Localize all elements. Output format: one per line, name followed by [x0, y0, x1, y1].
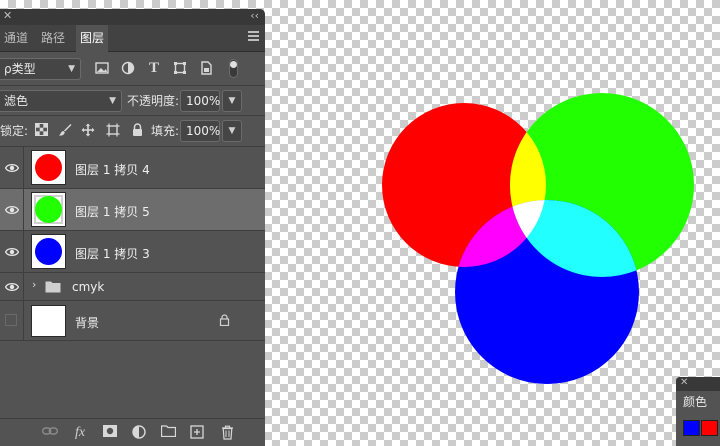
shape-icon[interactable]: [172, 61, 188, 77]
circle-blue-group: [455, 200, 639, 384]
layer-name[interactable]: 背景: [75, 314, 99, 331]
lock-brush-icon[interactable]: [57, 123, 73, 139]
panel-menu-icon[interactable]: [248, 31, 259, 41]
layer-name[interactable]: 图层 1 拷贝 5: [75, 203, 150, 220]
chevron-down-icon: ▼: [68, 64, 75, 74]
color-panel-header: ✕: [676, 377, 720, 391]
adjustment-icon[interactable]: [120, 61, 136, 77]
overlap-magenta: [455, 200, 546, 267]
layer-name[interactable]: 图层 1 拷贝 4: [75, 161, 150, 178]
visibility-toggle-empty[interactable]: [5, 314, 17, 326]
folder-icon: [45, 281, 61, 293]
blend-row: 滤色 ▼ 不透明度: 100% ▼: [0, 86, 265, 116]
overlap-cyan: [510, 200, 639, 277]
tab-paths[interactable]: 路径: [37, 25, 69, 52]
close-icon[interactable]: ✕: [680, 377, 688, 388]
image-icon[interactable]: [94, 61, 110, 77]
filter-row: ρ类型 ▼ T: [0, 52, 265, 86]
layer-group-row[interactable]: › cmyk: [0, 273, 265, 301]
lock-pixels-icon[interactable]: [33, 123, 49, 139]
overlap-group: [455, 103, 639, 277]
eye-icon[interactable]: [5, 282, 19, 292]
panel-tabs: 通道 路径 图层: [0, 25, 265, 52]
lock-artboard-icon[interactable]: [105, 123, 121, 139]
lock-position-icon[interactable]: [80, 123, 96, 139]
lock-row: 锁定: 填充: 100% ▼: [0, 116, 265, 147]
eye-icon[interactable]: [5, 163, 19, 173]
link-icon[interactable]: [41, 425, 59, 441]
layer-name[interactable]: 图层 1 拷贝 3: [75, 245, 150, 262]
overlap-yellow: [510, 103, 546, 267]
blend-mode-dropdown[interactable]: 滤色 ▼: [0, 90, 122, 112]
layer-thumbnail: [31, 234, 66, 269]
filter-toggle-icon[interactable]: [229, 59, 238, 78]
layer-row-background[interactable]: 背景: [0, 301, 265, 341]
collapse-icon[interactable]: ‹‹: [250, 9, 259, 23]
eye-icon[interactable]: [5, 205, 19, 215]
adjustment-layer-icon[interactable]: [131, 425, 147, 441]
overlap-white: [510, 200, 546, 267]
layers-panel: ✕ ‹‹ 通道 路径 图层 ρ类型 ▼ T 滤色 ▼ 不透明度: 100% ▼ …: [0, 9, 265, 446]
layer-row[interactable]: 图层 1 拷贝 4: [0, 147, 265, 189]
trash-icon[interactable]: [219, 425, 235, 441]
panel-header: ✕ ‹‹: [0, 9, 265, 25]
circle-red-group: [382, 103, 546, 267]
filter-kind-dropdown[interactable]: ρ类型 ▼: [0, 58, 81, 80]
layer-thumbnail: [31, 150, 66, 185]
mask-icon[interactable]: [102, 425, 118, 441]
circle-red: [382, 103, 546, 267]
lock-all-icon[interactable]: [129, 123, 145, 139]
fill-label: 填充:: [151, 124, 180, 138]
circle-blue: [455, 200, 639, 384]
tab-channels[interactable]: 通道: [0, 25, 32, 52]
folder-icon[interactable]: [160, 425, 176, 441]
tab-layers[interactable]: 图层: [76, 25, 109, 52]
layer-thumbnail: [31, 305, 66, 337]
foreground-color-swatch[interactable]: [683, 420, 700, 436]
layers-bottom-toolbar: fx: [0, 418, 265, 446]
fill-dropdown-icon[interactable]: ▼: [222, 120, 242, 142]
lock-label: 锁定:: [0, 124, 29, 138]
color-panel-title[interactable]: 颜色: [683, 393, 707, 410]
opacity-input[interactable]: 100%: [180, 90, 220, 112]
layer-row[interactable]: 图层 1 拷贝 3: [0, 231, 265, 273]
lock-icon: [219, 314, 230, 326]
circle-green-group: [510, 93, 694, 277]
filter-kind-label: ρ类型: [4, 62, 36, 76]
new-layer-icon[interactable]: [189, 425, 205, 441]
eye-icon[interactable]: [5, 247, 19, 257]
type-icon[interactable]: T: [146, 60, 162, 76]
layer-row-selected[interactable]: 图层 1 拷贝 5: [0, 189, 265, 231]
fill-input[interactable]: 100%: [180, 120, 220, 142]
chevron-right-icon[interactable]: ›: [32, 278, 36, 291]
close-icon[interactable]: ✕: [3, 9, 12, 23]
opacity-dropdown-icon[interactable]: ▼: [222, 90, 242, 112]
chevron-down-icon: ▼: [109, 96, 116, 106]
layer-name[interactable]: cmyk: [72, 280, 104, 294]
fx-icon[interactable]: fx: [72, 425, 88, 441]
background-color-swatch[interactable]: [701, 420, 718, 436]
layer-thumbnail: [31, 192, 66, 227]
opacity-label: 不透明度:: [127, 94, 180, 108]
smart-object-icon[interactable]: [198, 61, 214, 77]
color-panel: ✕ 颜色: [676, 377, 720, 446]
blend-mode-label: 滤色: [4, 94, 29, 108]
circle-green: [510, 93, 694, 277]
